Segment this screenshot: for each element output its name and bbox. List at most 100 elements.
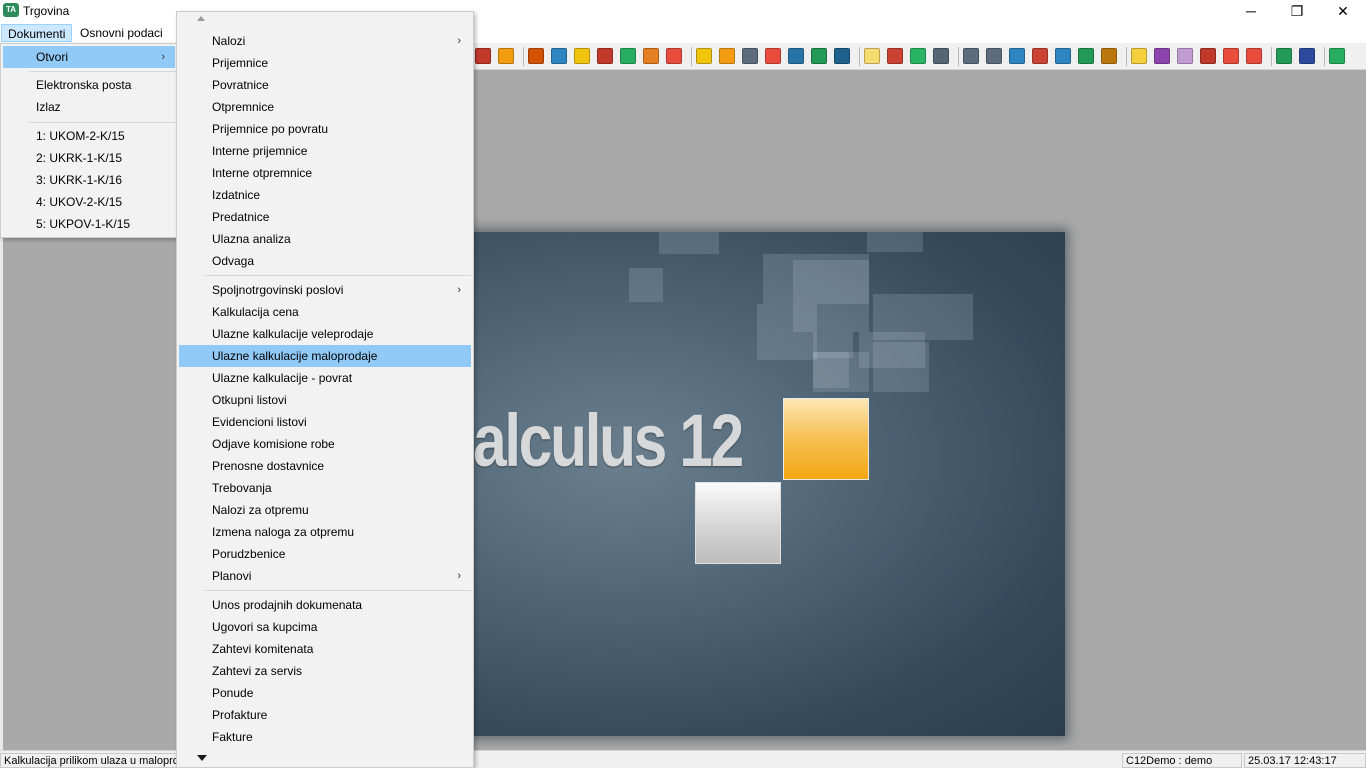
menu-item-recent-3[interactable]: 3: UKRK-1-K/16 xyxy=(3,169,175,191)
menu-item-prijemnice-po-povratu[interactable]: Prijemnice po povratu xyxy=(179,118,471,140)
menu-item-otkupni-listovi[interactable]: Otkupni listovi xyxy=(179,389,471,411)
grid-icon[interactable] xyxy=(933,48,949,64)
scroll-down-icon[interactable] xyxy=(197,755,207,761)
splash-orange-square xyxy=(783,398,869,480)
menu-item-recent-2[interactable]: 2: UKRK-1-K/15 xyxy=(3,147,175,169)
menu-item-zahtevi-za-servis[interactable]: Zahtevi za servis xyxy=(179,660,471,682)
menu-item-elektronska-posta[interactable]: Elektronska posta xyxy=(3,74,175,96)
menu-item-nalozi[interactable]: Nalozi › xyxy=(179,30,471,52)
menu-item-trebovanja[interactable]: Trebovanja xyxy=(179,477,471,499)
menu-item-profakture[interactable]: Profakture xyxy=(179,704,471,726)
toolbar-separator xyxy=(1324,47,1325,66)
folder-arrow-icon[interactable] xyxy=(574,48,590,64)
folder-out-icon[interactable] xyxy=(597,48,613,64)
maximize-button[interactable]: ❐ xyxy=(1274,0,1320,22)
window-icon[interactable] xyxy=(963,48,979,64)
note-icon[interactable] xyxy=(864,48,880,64)
window-title: Trgovina xyxy=(23,4,70,18)
menu-item-kalkulacija-cena[interactable]: Kalkulacija cena xyxy=(179,301,471,323)
menu-item-ulazne-kalkulacije-maloprodaje[interactable]: Ulazne kalkulacije maloprodaje xyxy=(179,345,471,367)
toolbar-separator xyxy=(958,47,959,66)
heart-down-icon[interactable] xyxy=(1246,48,1262,64)
menu-item-predatnice[interactable]: Predatnice xyxy=(179,206,471,228)
menu-item-evidencioni-listovi[interactable]: Evidencioni listovi xyxy=(179,411,471,433)
edit-icon[interactable] xyxy=(719,48,735,64)
folder-back-icon[interactable] xyxy=(666,48,682,64)
scroll-up-icon[interactable] xyxy=(197,16,205,21)
window-green-icon[interactable] xyxy=(1078,48,1094,64)
menu-item-ponude[interactable]: Ponude xyxy=(179,682,471,704)
menu-item-prijemnice[interactable]: Prijemnice xyxy=(179,52,471,74)
folder-forward-icon[interactable] xyxy=(643,48,659,64)
app-logo-icon: TA xyxy=(3,3,19,17)
window-red-icon[interactable] xyxy=(1032,48,1048,64)
window-grid-icon[interactable] xyxy=(986,48,1002,64)
menu-item-interne-otpremnice[interactable]: Interne otpremnice xyxy=(179,162,471,184)
toolbar-separator xyxy=(691,47,692,66)
document-pin-icon[interactable] xyxy=(1276,48,1292,64)
menu-item-planovi[interactable]: Planovi › xyxy=(179,565,471,587)
menu-item-recent-1[interactable]: 1: UKOM-2-K/15 xyxy=(3,125,175,147)
screen-alert-icon[interactable] xyxy=(887,48,903,64)
star-icon[interactable] xyxy=(498,48,514,64)
check-list-icon[interactable] xyxy=(475,48,491,64)
mail-icon[interactable] xyxy=(696,48,712,64)
menu-item-label: Fakture xyxy=(212,730,253,744)
document-settings-icon[interactable] xyxy=(528,48,544,64)
menu-item-ugovori-sa-kupcima[interactable]: Ugovori sa kupcima xyxy=(179,616,471,638)
exit-icon[interactable] xyxy=(1329,48,1345,64)
box-icon[interactable] xyxy=(1101,48,1117,64)
menu-item-ulazne-kalkulacije-veleprodaje[interactable]: Ulazne kalkulacije veleprodaje xyxy=(179,323,471,345)
gear-icon[interactable] xyxy=(1154,48,1170,64)
menu-item-unos-prodajnih-dokumenata[interactable]: Unos prodajnih dokumenata xyxy=(179,594,471,616)
menu-item-label: Planovi xyxy=(212,569,252,583)
menu-item-interne-prijemnice[interactable]: Interne prijemnice xyxy=(179,140,471,162)
menu-item-odvaga[interactable]: Odvaga xyxy=(179,250,471,272)
menu-item-ulazna-analiza[interactable]: Ulazna analiza xyxy=(179,228,471,250)
currency-icon[interactable] xyxy=(1223,48,1239,64)
menu-separator xyxy=(205,275,471,276)
menu-item-spoljnotrgovinski-poslovi[interactable]: Spoljnotrgovinski poslovi › xyxy=(179,279,471,301)
menu-item-label: Nalozi za otpremu xyxy=(212,503,309,517)
save-icon[interactable] xyxy=(788,48,804,64)
status-datetime: 25.03.17 12:43:17 xyxy=(1244,753,1366,768)
document-edit-icon[interactable] xyxy=(742,48,758,64)
menu-item-label: Ulazne kalkulacije maloprodaje xyxy=(212,349,378,363)
folder-green-icon[interactable] xyxy=(620,48,636,64)
splash-title: alculus 12 xyxy=(473,399,744,482)
folder-in-icon[interactable] xyxy=(551,48,567,64)
lightbulb-icon[interactable] xyxy=(1131,48,1147,64)
menu-item-fakture[interactable]: Fakture xyxy=(179,726,471,748)
menu-item-label: Ulazna analiza xyxy=(212,232,291,246)
menu-item-recent-5[interactable]: 5: UKPOV-1-K/15 xyxy=(3,213,175,235)
document-sign-icon[interactable] xyxy=(834,48,850,64)
minimize-button[interactable]: ─ xyxy=(1228,0,1274,22)
menu-item-recent-4[interactable]: 4: UKOV-2-K/15 xyxy=(3,191,175,213)
tag-icon[interactable] xyxy=(1177,48,1193,64)
spreadsheet-icon[interactable] xyxy=(910,48,926,64)
menu-item-nalozi-za-otpremu[interactable]: Nalozi za otpremu xyxy=(179,499,471,521)
windows-stack-icon[interactable] xyxy=(1009,48,1025,64)
menu-item-otpremnice[interactable]: Otpremnice xyxy=(179,96,471,118)
save-green-icon[interactable] xyxy=(811,48,827,64)
close-button[interactable]: ✕ xyxy=(1320,0,1366,22)
menu-item-povratnice[interactable]: Povratnice xyxy=(179,74,471,96)
window-list-icon[interactable] xyxy=(1055,48,1071,64)
menu-item-ulazne-kalkulacije-povrat[interactable]: Ulazne kalkulacije - povrat xyxy=(179,367,471,389)
menu-item-izmena-naloga-za-otpremu[interactable]: Izmena naloga za otpremu xyxy=(179,521,471,543)
menu-item-izdatnice[interactable]: Izdatnice xyxy=(179,184,471,206)
menu-item-porudzbenice[interactable]: Porudzbenice xyxy=(179,543,471,565)
menu-item-zahtevi-komitenata[interactable]: Zahtevi komitenata xyxy=(179,638,471,660)
menu-item-prenosne-dostavnice[interactable]: Prenosne dostavnice xyxy=(179,455,471,477)
menu-item-odjave-komisione-robe[interactable]: Odjave komisione robe xyxy=(179,433,471,455)
menu-item-izlaz[interactable]: Izlaz xyxy=(3,96,175,118)
menu-item-otvori[interactable]: Otvori › xyxy=(3,46,175,68)
menu-dokumenti[interactable]: Dokumenti xyxy=(1,24,73,42)
menu-item-label: Predatnice xyxy=(212,210,270,224)
document-return-icon[interactable] xyxy=(765,48,781,64)
document-red-icon[interactable] xyxy=(1200,48,1216,64)
menu-osnovni-podaci[interactable]: Osnovni podaci xyxy=(74,24,169,42)
menu-item-label: Izmena naloga za otpremu xyxy=(212,525,355,539)
help-icon[interactable] xyxy=(1299,48,1315,64)
toolbar-separator xyxy=(523,47,524,66)
